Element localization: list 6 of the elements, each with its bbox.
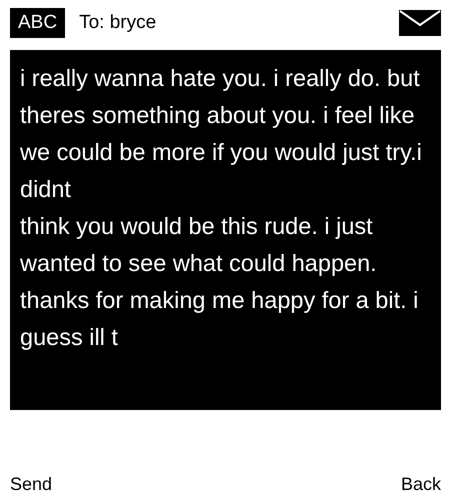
envelope-icon [399,10,441,36]
send-softkey[interactable]: Send [10,474,52,495]
message-text[interactable]: i really wanna hate you. i really do. but theres something about you. i feel like we could be more if you would just try.i didnt think you would be this rude. i just wanted to see what could happen. thanks for making me happy for a bit. i guess ill t [10,50,441,410]
back-softkey[interactable]: Back [400,474,441,495]
input-mode-label: ABC [10,8,66,38]
recipient-label: To: bryce [79,12,158,34]
